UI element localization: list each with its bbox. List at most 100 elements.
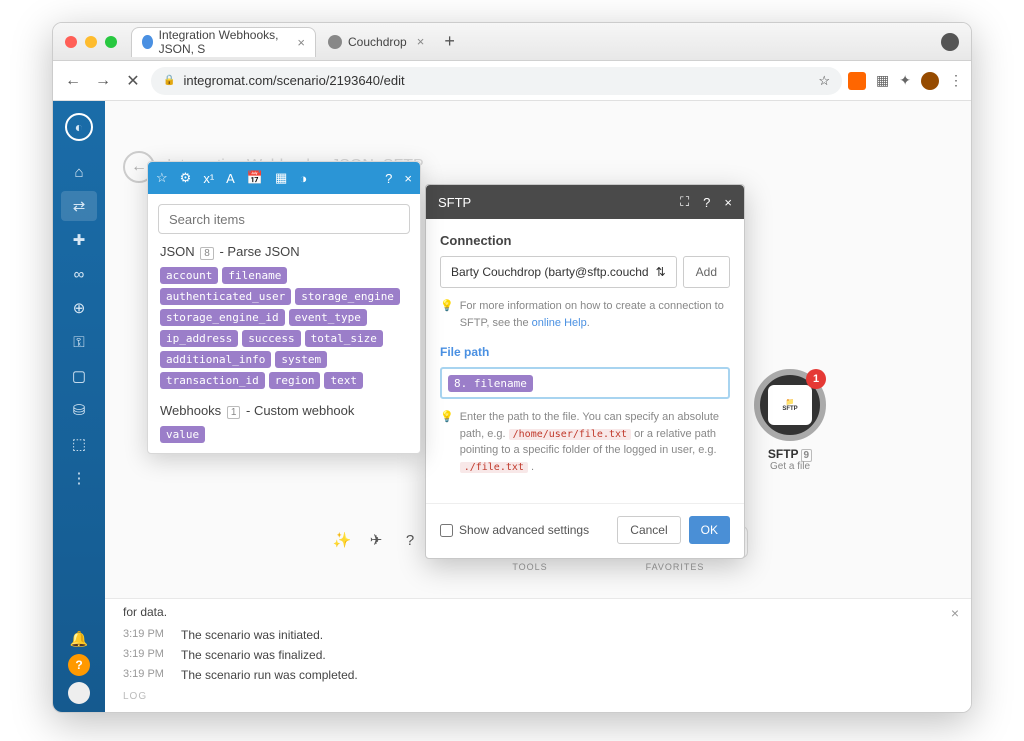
items-section-json: JSON 8 - Parse JSON accountfilename authe…	[148, 244, 420, 399]
variable-pill[interactable]: storage_engine	[295, 288, 400, 305]
calendar-icon[interactable]: 📅	[247, 170, 263, 186]
menu-button[interactable]: ⋮	[949, 72, 963, 89]
tab-favicon-icon	[142, 35, 153, 49]
sidebar-data-icon[interactable]: ⛁	[61, 395, 97, 425]
file-path-input[interactable]: 8. filename	[440, 367, 730, 399]
add-connection-button[interactable]: Add	[683, 256, 730, 288]
advanced-settings-toggle[interactable]: Show advanced settings	[440, 523, 589, 537]
connection-label: Connection	[440, 233, 730, 248]
node-label: SFTP9	[741, 447, 839, 461]
search-input[interactable]	[158, 204, 410, 234]
node-sublabel: Get a file	[741, 461, 839, 472]
variable-pill[interactable]: event_type	[289, 309, 367, 326]
log-close-button[interactable]: ×	[951, 605, 959, 621]
user-avatar-icon[interactable]	[68, 682, 90, 704]
star-icon[interactable]: ☆	[818, 73, 830, 89]
variable-pill[interactable]: ip_address	[160, 330, 238, 347]
sidebar-home-icon[interactable]: ⌂	[61, 157, 97, 187]
math-icon[interactable]: x¹	[203, 171, 214, 186]
online-help-link[interactable]: online Help	[532, 317, 587, 329]
text-icon[interactable]: A	[226, 171, 235, 186]
browser-window: Integration Webhooks, JSON, S × Couchdro…	[52, 22, 972, 713]
chevron-updown-icon: ⇅	[656, 265, 666, 279]
popup-header: SFTP ⛶ ? ×	[426, 185, 744, 219]
maximize-window-button[interactable]	[105, 36, 117, 48]
back-button[interactable]: ←	[61, 69, 85, 93]
magic-icon[interactable]: ✨	[328, 526, 356, 554]
sidebar-link-icon[interactable]: ∞	[61, 259, 97, 289]
variable-pill[interactable]: storage_engine_id	[160, 309, 285, 326]
help-icon[interactable]: ?	[703, 195, 710, 210]
forward-button[interactable]: →	[91, 69, 115, 93]
profile-chip-icon[interactable]	[941, 33, 959, 51]
minimize-window-button[interactable]	[85, 36, 97, 48]
extension-icons: ▦ ✦ ⋮	[848, 72, 963, 90]
sftp-config-popup: SFTP ⛶ ? × Connection Barty Couchdrop (b…	[425, 184, 745, 559]
tab-close-icon[interactable]: ×	[417, 34, 425, 49]
advanced-checkbox[interactable]	[440, 524, 453, 537]
file-path-hint: 💡 Enter the path to the file. You can sp…	[440, 409, 730, 475]
sidebar-more-icon[interactable]: ⋮	[61, 463, 97, 493]
browser-tab[interactable]: Couchdrop ×	[318, 27, 434, 57]
traffic-lights[interactable]	[65, 36, 117, 48]
file-path-token[interactable]: 8. filename	[448, 375, 533, 392]
sftp-node[interactable]: 📁SFTP 1 SFTP9 Get a file	[741, 369, 839, 472]
connection-dropdown[interactable]: Barty Couchdrop (barty@sftp.couchd ⇅	[440, 256, 677, 288]
close-icon[interactable]: ×	[404, 171, 412, 186]
variable-pill[interactable]: transaction_id	[160, 372, 265, 389]
new-tab-button[interactable]: +	[436, 31, 463, 52]
tab-title: Integration Webhooks, JSON, S	[159, 28, 288, 56]
help-icon[interactable]: ?	[68, 654, 90, 676]
node-icon[interactable]: 📁SFTP 1	[754, 369, 826, 441]
app-logo-icon[interactable]: ◐	[65, 113, 93, 141]
popup-title: SFTP	[438, 195, 471, 210]
profile-avatar-icon[interactable]	[921, 72, 939, 90]
table-icon[interactable]: ▦	[275, 170, 287, 186]
variable-pill[interactable]: text	[324, 372, 363, 389]
notifications-icon[interactable]: 🔔	[70, 630, 89, 648]
browser-tab-active[interactable]: Integration Webhooks, JSON, S ×	[131, 27, 316, 57]
log-header-tail: for data.	[105, 599, 971, 625]
address-bar[interactable]: 🔒 integromat.com/scenario/2193640/edit ☆	[151, 67, 842, 95]
sidebar-cube-icon[interactable]: ⬚	[61, 429, 97, 459]
variable-pill[interactable]: system	[275, 351, 327, 368]
help-icon[interactable]: ?	[396, 526, 424, 554]
items-tabs: ☆ ⚙ x¹ A 📅 ▦ ◑ ? ×	[148, 162, 420, 194]
sidebar-device-icon[interactable]: ▢	[61, 361, 97, 391]
gear-icon[interactable]: ⚙	[180, 170, 192, 186]
misc-icon[interactable]: ◑	[299, 171, 307, 186]
variable-pill[interactable]: success	[242, 330, 300, 347]
variable-pill[interactable]: value	[160, 426, 205, 443]
browser-toolbar: ← → ✕ 🔒 integromat.com/scenario/2193640/…	[53, 61, 971, 101]
scenario-canvas[interactable]: ← Integration Webhooks, JSON, SFTP 📁SFTP…	[105, 101, 971, 712]
sidebar-share-icon[interactable]: ⇄	[61, 191, 97, 221]
sidebar-globe-icon[interactable]: ⊕	[61, 293, 97, 323]
browser-tabs: Integration Webhooks, JSON, S × Couchdro…	[131, 23, 463, 60]
cancel-button[interactable]: Cancel	[617, 516, 680, 544]
extensions-button[interactable]: ✦	[899, 72, 911, 89]
variable-pill[interactable]: authenticated_user	[160, 288, 291, 305]
variable-pill[interactable]: region	[269, 372, 321, 389]
variable-pill[interactable]: filename	[222, 267, 287, 284]
stop-button[interactable]: ✕	[121, 69, 145, 93]
tab-close-icon[interactable]: ×	[297, 35, 305, 50]
sidebar-puzzle-icon[interactable]: ✚	[61, 225, 97, 255]
variable-pill[interactable]: account	[160, 267, 218, 284]
extension-icon[interactable]	[848, 72, 866, 90]
plane-icon[interactable]: ✈	[362, 526, 390, 554]
favorites-label: FAVORITES	[646, 562, 705, 572]
section-header: JSON 8 - Parse JSON	[160, 244, 408, 259]
close-window-button[interactable]	[65, 36, 77, 48]
star-icon[interactable]: ☆	[156, 170, 168, 186]
app-body: ◐ ⌂ ⇄ ✚ ∞ ⊕ ⚿ ▢ ⛁ ⬚ ⋮ 🔔 ? ← Integration …	[53, 101, 971, 712]
variable-pill[interactable]: total_size	[305, 330, 383, 347]
help-icon[interactable]: ?	[385, 171, 392, 186]
items-picker-panel: ☆ ⚙ x¹ A 📅 ▦ ◑ ? × JSON 8	[147, 161, 421, 454]
expand-icon[interactable]: ⛶	[680, 194, 689, 210]
extension-icon[interactable]: ▦	[876, 72, 889, 89]
mac-titlebar: Integration Webhooks, JSON, S × Couchdro…	[53, 23, 971, 61]
sidebar-key-icon[interactable]: ⚿	[61, 327, 97, 357]
close-icon[interactable]: ×	[724, 195, 732, 210]
ok-button[interactable]: OK	[689, 516, 730, 544]
variable-pill[interactable]: additional_info	[160, 351, 271, 368]
